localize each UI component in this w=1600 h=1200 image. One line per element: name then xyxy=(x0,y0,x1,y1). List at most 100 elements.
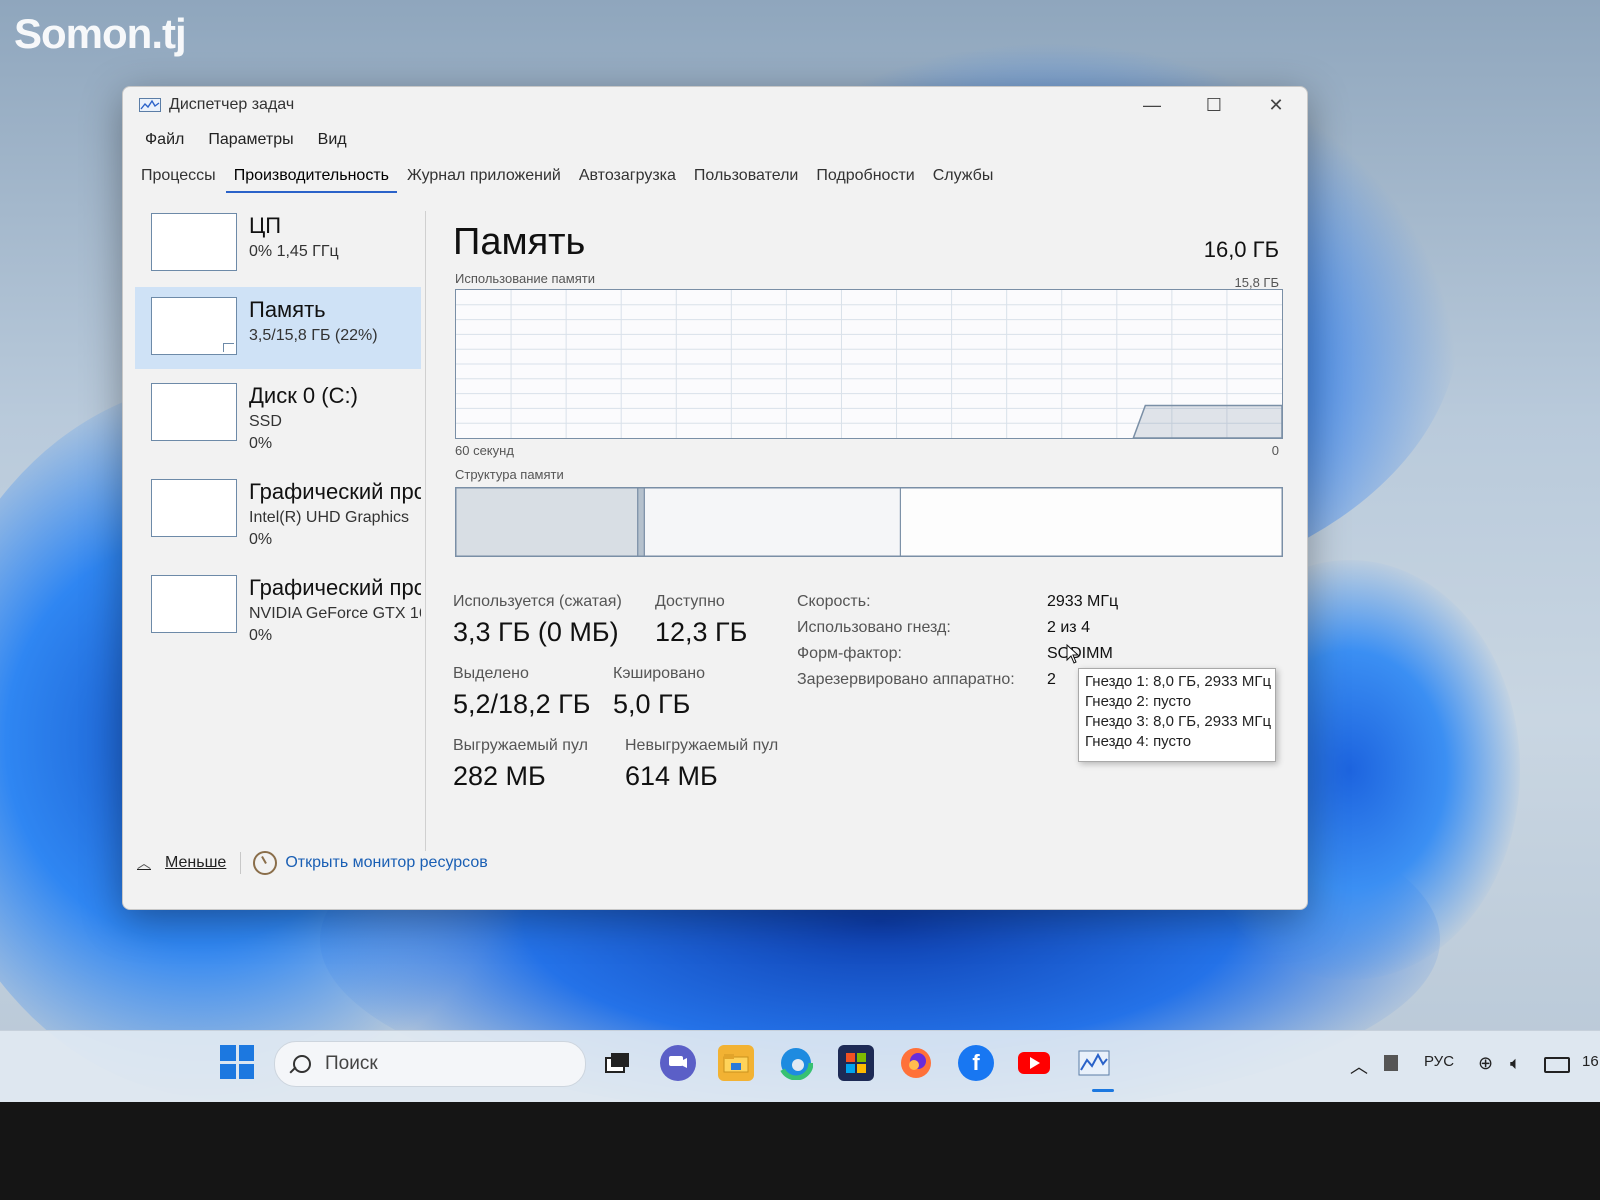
firefox-icon[interactable] xyxy=(898,1045,934,1081)
tooltip-line: Гнездо 4: пусто xyxy=(1085,733,1192,750)
spec-form-factor-label: Форм-фактор: xyxy=(797,645,902,662)
minimize-button[interactable]: — xyxy=(1121,87,1183,123)
tray-app-icon[interactable] xyxy=(1384,1055,1398,1071)
language-indicator[interactable]: РУС xyxy=(1424,1053,1454,1070)
sidebar-item-gpu1[interactable]: Графический процессор 1 NVIDIA GeForce G… xyxy=(135,565,421,647)
fewer-details-button[interactable]: ︿ Меньше xyxy=(137,853,226,873)
stat-available-label: Доступно xyxy=(655,593,725,610)
gpu0-thumbnail xyxy=(151,479,237,537)
footer: ︿ Меньше Открыть монитор ресурсов xyxy=(137,851,488,875)
stat-in-use-label: Используется (сжатая) xyxy=(453,593,622,610)
sidebar-item-cpu[interactable]: ЦП 0% 1,45 ГГц xyxy=(135,203,421,285)
stat-available-value: 12,3 ГБ xyxy=(655,617,748,647)
tab-bar: Процессы Производительность Журнал прило… xyxy=(133,161,1001,193)
tab-app-history[interactable]: Журнал приложений xyxy=(399,161,569,193)
structure-label: Структура памяти xyxy=(455,467,564,482)
maximize-button[interactable]: ☐ xyxy=(1183,87,1245,123)
structure-modified[interactable] xyxy=(637,488,645,556)
watermark-logo: Somon.tj xyxy=(14,10,187,57)
battery-icon[interactable] xyxy=(1544,1057,1570,1073)
sidebar-item-detail: NVIDIA GeForce GTX 1650 xyxy=(249,605,421,622)
menu-file[interactable]: Файл xyxy=(135,127,194,153)
spec-slots-label: Использовано гнезд: xyxy=(797,619,951,636)
sidebar-item-disk[interactable]: Диск 0 (C:) SSD 0% xyxy=(135,373,421,455)
mouse-cursor-icon xyxy=(1066,644,1080,664)
sidebar-item-percent: 0% xyxy=(249,627,273,644)
graph-time-left: 60 секунд xyxy=(455,443,514,458)
usage-graph-label: Использование памяти xyxy=(455,271,595,286)
sidebar-item-gpu0[interactable]: Графический процессор 0 Intel(R) UHD Gra… xyxy=(135,469,421,551)
usage-graph-max: 15,8 ГБ xyxy=(1234,275,1279,290)
tooltip-line: Гнездо 3: 8,0 ГБ, 2933 МГц xyxy=(1085,713,1272,730)
menu-options[interactable]: Параметры xyxy=(198,127,303,153)
stat-nonpaged-pool-label: Невыгружаемый пул xyxy=(625,737,779,754)
stat-cached-label: Кэшировано xyxy=(613,665,706,682)
sidebar-item-label: Память xyxy=(249,297,326,322)
task-manager-taskbar-icon[interactable] xyxy=(1076,1045,1112,1081)
structure-in-use[interactable] xyxy=(456,488,639,556)
structure-free[interactable] xyxy=(899,488,1282,556)
tab-processes[interactable]: Процессы xyxy=(133,161,224,193)
tab-details[interactable]: Подробности xyxy=(808,161,922,193)
taskbar-search[interactable]: Поиск xyxy=(274,1041,586,1087)
globe-icon[interactable]: ⊕ xyxy=(1478,1053,1493,1074)
usage-area xyxy=(1132,404,1282,438)
tab-performance[interactable]: Производительность xyxy=(225,161,397,193)
tooltip-line: Гнездо 1: 8,0 ГБ, 2933 МГц xyxy=(1085,673,1272,690)
file-explorer-icon[interactable] xyxy=(718,1045,754,1081)
chevron-up-icon[interactable]: ︿ xyxy=(1350,1053,1368,1079)
sidebar-item-detail: Intel(R) UHD Graphics xyxy=(249,509,410,526)
sidebar-item-label: ЦП xyxy=(249,213,282,238)
windows-start-icon[interactable] xyxy=(220,1045,254,1079)
open-resource-monitor-link[interactable]: Открыть монитор ресурсов xyxy=(253,851,488,875)
microsoft-store-icon[interactable] xyxy=(838,1045,874,1081)
stat-paged-pool-label: Выгружаемый пул xyxy=(453,737,588,754)
disk-thumbnail xyxy=(151,383,237,441)
volume-icon[interactable]: 🔈︎ xyxy=(1510,1053,1521,1074)
slot-tooltip: Гнездо 1: 8,0 ГБ, 2933 МГц Гнездо 2: пус… xyxy=(1078,668,1276,762)
memory-structure-bar xyxy=(455,487,1283,557)
title-bar[interactable]: Диспетчер задач — ☐ ✕ xyxy=(123,87,1307,123)
tab-users[interactable]: Пользователи xyxy=(686,161,806,193)
memory-thumbnail xyxy=(151,297,237,355)
sidebar-item-percent: 0% xyxy=(249,435,273,452)
spec-reserved-value: 2 xyxy=(1047,671,1056,688)
resource-monitor-icon xyxy=(253,851,278,875)
tab-startup[interactable]: Автозагрузка xyxy=(571,161,684,193)
edge-browser-icon[interactable] xyxy=(778,1045,814,1081)
sidebar-item-label: Диск 0 (C:) xyxy=(249,383,358,408)
active-app-indicator xyxy=(1092,1089,1114,1092)
spec-reserved-label: Зарезервировано аппаратно: xyxy=(797,671,1015,688)
page-title: Память xyxy=(453,221,586,263)
task-manager-window: Диспетчер задач — ☐ ✕ Файл Параметры Вид… xyxy=(122,86,1308,910)
menu-view[interactable]: Вид xyxy=(308,127,357,153)
spec-speed-value: 2933 МГц xyxy=(1047,593,1119,610)
sidebar-item-memory[interactable]: Память 3,5/15,8 ГБ (22%) xyxy=(135,287,421,369)
task-manager-icon xyxy=(139,98,161,112)
cpu-thumbnail xyxy=(151,213,237,271)
stat-committed-value: 5,2/18,2 ГБ xyxy=(453,689,591,719)
stat-committed-label: Выделено xyxy=(453,665,529,682)
sidebar-item-detail: 3,5/15,8 ГБ (22%) xyxy=(249,327,378,344)
sidebar-item-detail: 0% 1,45 ГГц xyxy=(249,243,339,260)
spec-slots-value: 2 из 4 xyxy=(1047,619,1090,636)
clock[interactable]: 16 xyxy=(1582,1053,1599,1070)
window-title: Диспетчер задач xyxy=(169,96,295,113)
search-icon xyxy=(293,1055,311,1073)
footer-separator xyxy=(240,852,242,874)
stat-cached-value: 5,0 ГБ xyxy=(613,689,691,719)
structure-standby[interactable] xyxy=(643,488,901,556)
tooltip-line: Гнездо 2: пусто xyxy=(1085,693,1192,710)
close-button[interactable]: ✕ xyxy=(1245,87,1307,123)
task-view-icon[interactable] xyxy=(600,1045,636,1081)
search-placeholder: Поиск xyxy=(325,1053,378,1074)
sidebar-item-percent: 0% xyxy=(249,531,273,548)
sidebar-item-label: Графический процессор 1 xyxy=(249,575,421,600)
youtube-icon[interactable] xyxy=(1016,1045,1052,1081)
chat-icon[interactable] xyxy=(660,1045,696,1081)
performance-sidebar: ЦП 0% 1,45 ГГц Память 3,5/15,8 ГБ (22%) … xyxy=(135,203,421,883)
tab-services[interactable]: Службы xyxy=(925,161,1002,193)
taskbar: Поиск f ︿ РУС ⊕ 🔈︎ 16 xyxy=(0,1030,1600,1103)
facebook-icon[interactable]: f xyxy=(958,1045,994,1081)
memory-panel: Память 16,0 ГБ Использование памяти 15,8… xyxy=(453,203,1283,883)
